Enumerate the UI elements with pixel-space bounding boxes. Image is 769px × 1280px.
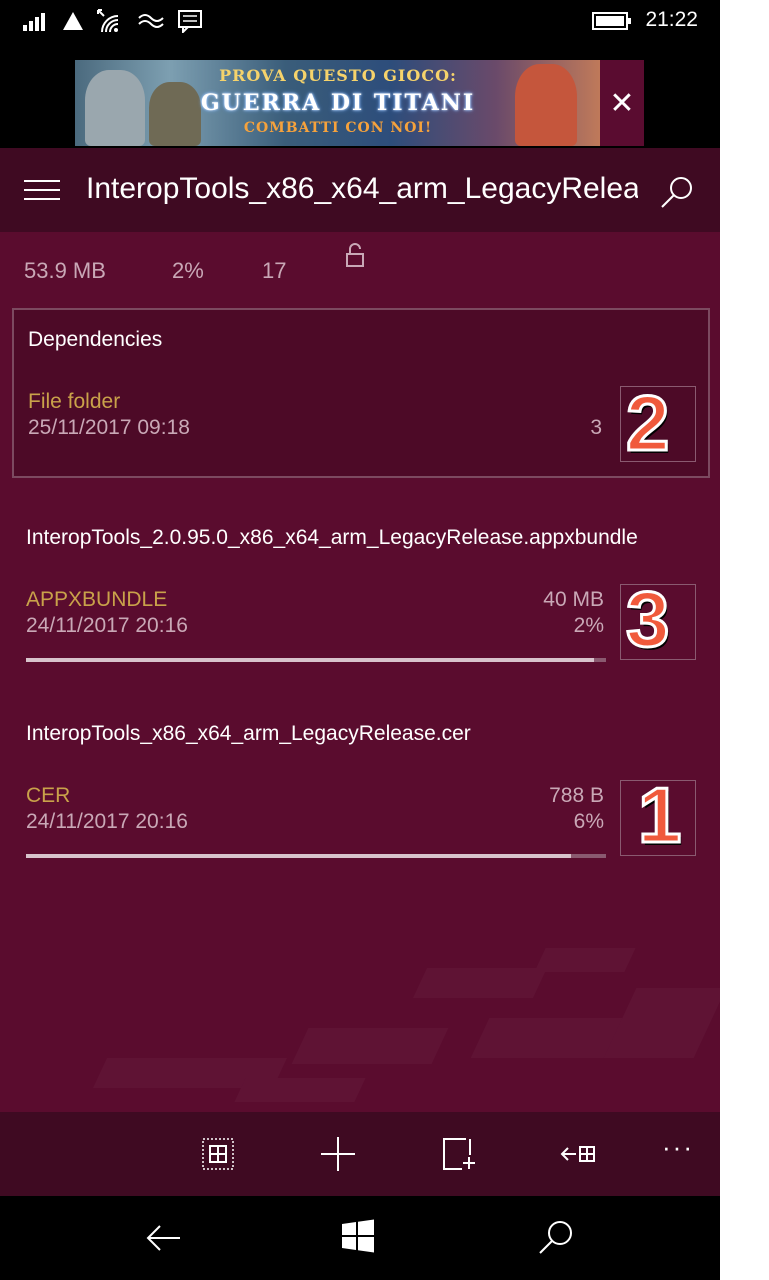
status-bar: 21:22 (0, 0, 720, 44)
stat-item-count: 17 (262, 258, 287, 283)
back-icon[interactable] (142, 1216, 186, 1260)
no-sim-icon (60, 6, 86, 36)
item-count: 3 (590, 416, 602, 439)
bg-decoration (534, 948, 636, 972)
item-progress-fill (26, 854, 572, 858)
bg-decoration (234, 1078, 366, 1102)
title-bar: InteropTools_x86_x64_arm_LegacyRelease (0, 148, 720, 232)
item-name: InteropTools_x86_x64_arm_LegacyRelease.c… (26, 722, 471, 745)
battery-icon (590, 6, 634, 36)
navigation-bar (0, 1196, 720, 1280)
ad-headline: PROVA QUESTO GIOCO: (219, 66, 457, 85)
add-icon[interactable] (316, 1132, 360, 1176)
ad-banner[interactable]: PROVA QUESTO GIOCO: GUERRA DI TITANI COM… (75, 60, 601, 146)
move-icon[interactable] (556, 1132, 600, 1176)
wifi-icon (96, 6, 126, 36)
ad-close-button[interactable]: ✕ (600, 60, 644, 146)
stat-percent: 2% (172, 258, 204, 283)
select-all-icon[interactable] (196, 1132, 240, 1176)
message-icon (176, 6, 204, 36)
clock: 21:22 (645, 8, 698, 31)
command-bar: ··· (0, 1112, 720, 1196)
bg-decoration (603, 988, 720, 1058)
item-date: 25/11/2017 09:18 (28, 416, 190, 439)
annotation-badge: 3 (624, 575, 670, 663)
data-sense-icon (136, 6, 166, 36)
item-date: 24/11/2017 20:16 (26, 810, 188, 833)
item-date: 24/11/2017 20:16 (26, 614, 188, 637)
item-size: 40 MB (543, 588, 604, 611)
item-percent: 6% (573, 810, 604, 833)
item-size: 788 B (549, 784, 604, 807)
file-explorer: InteropTools_x86_x64_arm_LegacyRelease 5… (0, 148, 720, 1196)
item-type: APPXBUNDLE (26, 588, 168, 611)
list-item-cer[interactable]: InteropTools_x86_x64_arm_LegacyRelease.c… (12, 714, 710, 864)
item-name: Dependencies (28, 328, 163, 351)
ad-game-title: GUERRA DI TITANI (200, 90, 476, 116)
list-item-folder[interactable]: Dependencies File folder 25/11/2017 09:1… (12, 308, 710, 478)
signal-icon (20, 6, 50, 36)
new-file-icon[interactable] (436, 1132, 480, 1176)
item-type: CER (26, 784, 71, 807)
item-progress-fill (26, 658, 595, 662)
item-progress-bar (26, 658, 606, 662)
hamburger-menu-icon[interactable] (24, 180, 60, 204)
stat-total-size: 53.9 MB (24, 258, 106, 283)
phone-screen: 21:22 PROVA QUESTO GIOCO: GUERRA DI TITA… (0, 0, 720, 1280)
more-options-button[interactable]: ··· (656, 1132, 700, 1176)
unlocked-icon (344, 242, 366, 274)
bg-decoration (291, 1028, 449, 1064)
annotation-badge: 1 (636, 771, 682, 859)
annotation-badge: 2 (624, 379, 670, 467)
list-item-appxbundle[interactable]: InteropTools_2.0.95.0_x86_x64_arm_Legacy… (12, 518, 710, 668)
item-progress-bar (26, 854, 606, 858)
page-title: InteropTools_x86_x64_arm_LegacyRelease (86, 172, 638, 205)
search-icon[interactable] (656, 170, 700, 214)
ad-tagline: COMBATTI CON NOI! (243, 120, 433, 136)
search-nav-icon[interactable] (534, 1216, 578, 1260)
windows-start-icon[interactable] (338, 1216, 382, 1260)
bg-decoration (413, 968, 547, 998)
item-name: InteropTools_2.0.95.0_x86_x64_arm_Legacy… (26, 526, 638, 549)
item-type: File folder (28, 390, 121, 413)
item-percent: 2% (573, 614, 604, 637)
